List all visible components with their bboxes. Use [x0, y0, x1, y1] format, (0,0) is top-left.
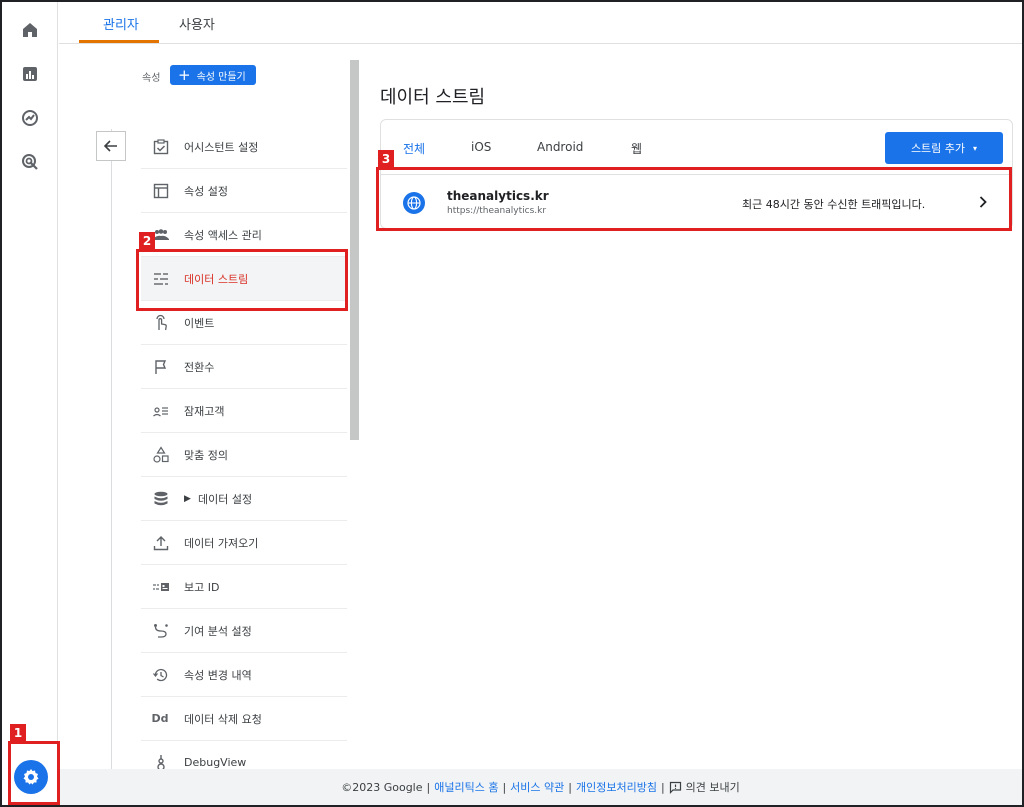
- tab-admin[interactable]: 관리자: [103, 14, 139, 33]
- layout-panel-icon: [152, 182, 170, 200]
- explore-icon[interactable]: [16, 104, 44, 132]
- menu-item-label: 데이터 가져오기: [184, 536, 259, 550]
- expand-caret-icon[interactable]: ▶: [184, 494, 191, 504]
- menu-item-label: 속성 액세스 관리: [184, 228, 262, 242]
- admin-top-tabs: 관리자 사용자: [59, 2, 1022, 44]
- menu-item-data-deletion-requests[interactable]: Dd 데이터 삭제 요청: [141, 697, 347, 741]
- report-id-icon: [152, 578, 170, 596]
- data-streams-panel: 데이터 스트림 전체 iOS Android 웹 스트림 추가 ▾ theana…: [360, 45, 1022, 769]
- footer-separator: |: [660, 780, 665, 794]
- menu-item-label: DebugView: [184, 756, 247, 769]
- page-title: 데이터 스트림: [380, 87, 486, 108]
- back-arrow-button[interactable]: [96, 131, 126, 161]
- page-footer: ©2023 Google | 애널리틱스 홈 | 서비스 약관 | 개인정보처리…: [59, 769, 1022, 805]
- touch-hand-icon: [152, 314, 170, 332]
- footer-feedback[interactable]: 의견 보내기: [686, 779, 740, 795]
- annotation-number-3: 3: [378, 150, 394, 167]
- menu-item-data-settings[interactable]: ▶ 데이터 설정: [141, 477, 347, 521]
- left-nav-rail: [2, 2, 58, 805]
- menu-item-label: 속성 설정: [184, 184, 228, 198]
- create-property-button[interactable]: + 속성 만들기: [170, 65, 256, 85]
- menu-scrollbar[interactable]: [350, 60, 359, 440]
- footer-copyright: ©2023 Google: [341, 780, 423, 794]
- menu-item-label: 잠재고객: [184, 404, 225, 418]
- menu-item-label: 기여 분석 설정: [184, 624, 252, 638]
- annotation-number-1: 1: [10, 724, 26, 741]
- tab-android[interactable]: Android: [537, 140, 583, 154]
- analytics-admin-window: 관리자 사용자 속성 + 속성 만들기 어시스턴트 설정 속성 설정 속성 액세…: [0, 0, 1024, 807]
- attribution-path-icon: [152, 622, 170, 640]
- menu-item-label: 데이터 설정: [198, 492, 253, 506]
- feedback-icon[interactable]: [669, 781, 682, 794]
- menu-item-label: 속성 변경 내역: [184, 668, 252, 682]
- tab-ios[interactable]: iOS: [471, 140, 491, 154]
- menu-item-assistant-settings[interactable]: 어시스턴트 설정: [141, 125, 347, 169]
- annotation-box-3: [376, 167, 1012, 231]
- arrow-left-icon: [103, 140, 117, 152]
- annotation-box-1: [8, 741, 60, 805]
- add-stream-label: 스트림 추가: [910, 142, 966, 155]
- menu-item-property-change-history[interactable]: 속성 변경 내역: [141, 653, 347, 697]
- annotation-number-2: 2: [139, 232, 155, 249]
- property-settings-column: 속성 + 속성 만들기 어시스턴트 설정 속성 설정 속성 액세스 관리 데이터…: [59, 45, 359, 785]
- home-icon[interactable]: [16, 16, 44, 44]
- tab-web[interactable]: 웹: [631, 140, 642, 157]
- assistant-checkbox-icon: [152, 138, 170, 156]
- create-property-label: 속성 만들기: [196, 71, 246, 83]
- menu-item-audiences[interactable]: 잠재고객: [141, 389, 347, 433]
- menu-item-label: 데이터 삭제 요청: [184, 712, 262, 726]
- property-menu: 어시스턴트 설정 속성 설정 속성 액세스 관리 데이터 스트림 이벤트 전환수: [141, 125, 347, 785]
- upload-icon: [152, 534, 170, 552]
- footer-separator: |: [426, 780, 431, 794]
- menu-item-label: 전환수: [184, 360, 215, 374]
- menu-item-label: 보고 ID: [184, 580, 220, 594]
- menu-item-attribution-settings[interactable]: 기여 분석 설정: [141, 609, 347, 653]
- dd-icon: Dd: [151, 712, 169, 725]
- annotation-box-2: [136, 249, 348, 311]
- flag-icon: [152, 358, 170, 376]
- footer-link-terms[interactable]: 서비스 약관: [510, 779, 564, 795]
- plus-icon: +: [178, 65, 191, 84]
- reports-bar-chart-icon[interactable]: [16, 60, 44, 88]
- menu-item-custom-definitions[interactable]: 맞춤 정의: [141, 433, 347, 477]
- advertising-cursor-icon[interactable]: [16, 148, 44, 176]
- menu-item-label: 맞춤 정의: [184, 448, 228, 462]
- footer-link-privacy[interactable]: 개인정보처리방침: [576, 779, 657, 795]
- footer-separator: |: [502, 780, 507, 794]
- add-stream-button[interactable]: 스트림 추가 ▾: [885, 132, 1003, 164]
- dropdown-caret-icon: ▾: [973, 143, 978, 153]
- menu-item-reporting-identity[interactable]: 보고 ID: [141, 565, 347, 609]
- menu-item-property-settings[interactable]: 속성 설정: [141, 169, 347, 213]
- history-icon: [152, 666, 170, 684]
- tree-connector-line: [111, 129, 112, 769]
- menu-item-conversions[interactable]: 전환수: [141, 345, 347, 389]
- footer-separator: |: [568, 780, 572, 794]
- footer-link-home[interactable]: 애널리틱스 홈: [434, 779, 498, 795]
- property-label: 속성: [142, 73, 161, 84]
- menu-item-data-import[interactable]: 데이터 가져오기: [141, 521, 347, 565]
- active-tab-underline: [79, 40, 159, 43]
- tab-all[interactable]: 전체: [403, 140, 425, 157]
- database-icon: [152, 490, 170, 508]
- menu-item-label: 이벤트: [184, 316, 215, 330]
- tab-user[interactable]: 사용자: [179, 14, 215, 33]
- menu-item-label: 어시스턴트 설정: [184, 140, 259, 154]
- audience-list-icon: [152, 402, 170, 420]
- shapes-icon: [152, 445, 170, 464]
